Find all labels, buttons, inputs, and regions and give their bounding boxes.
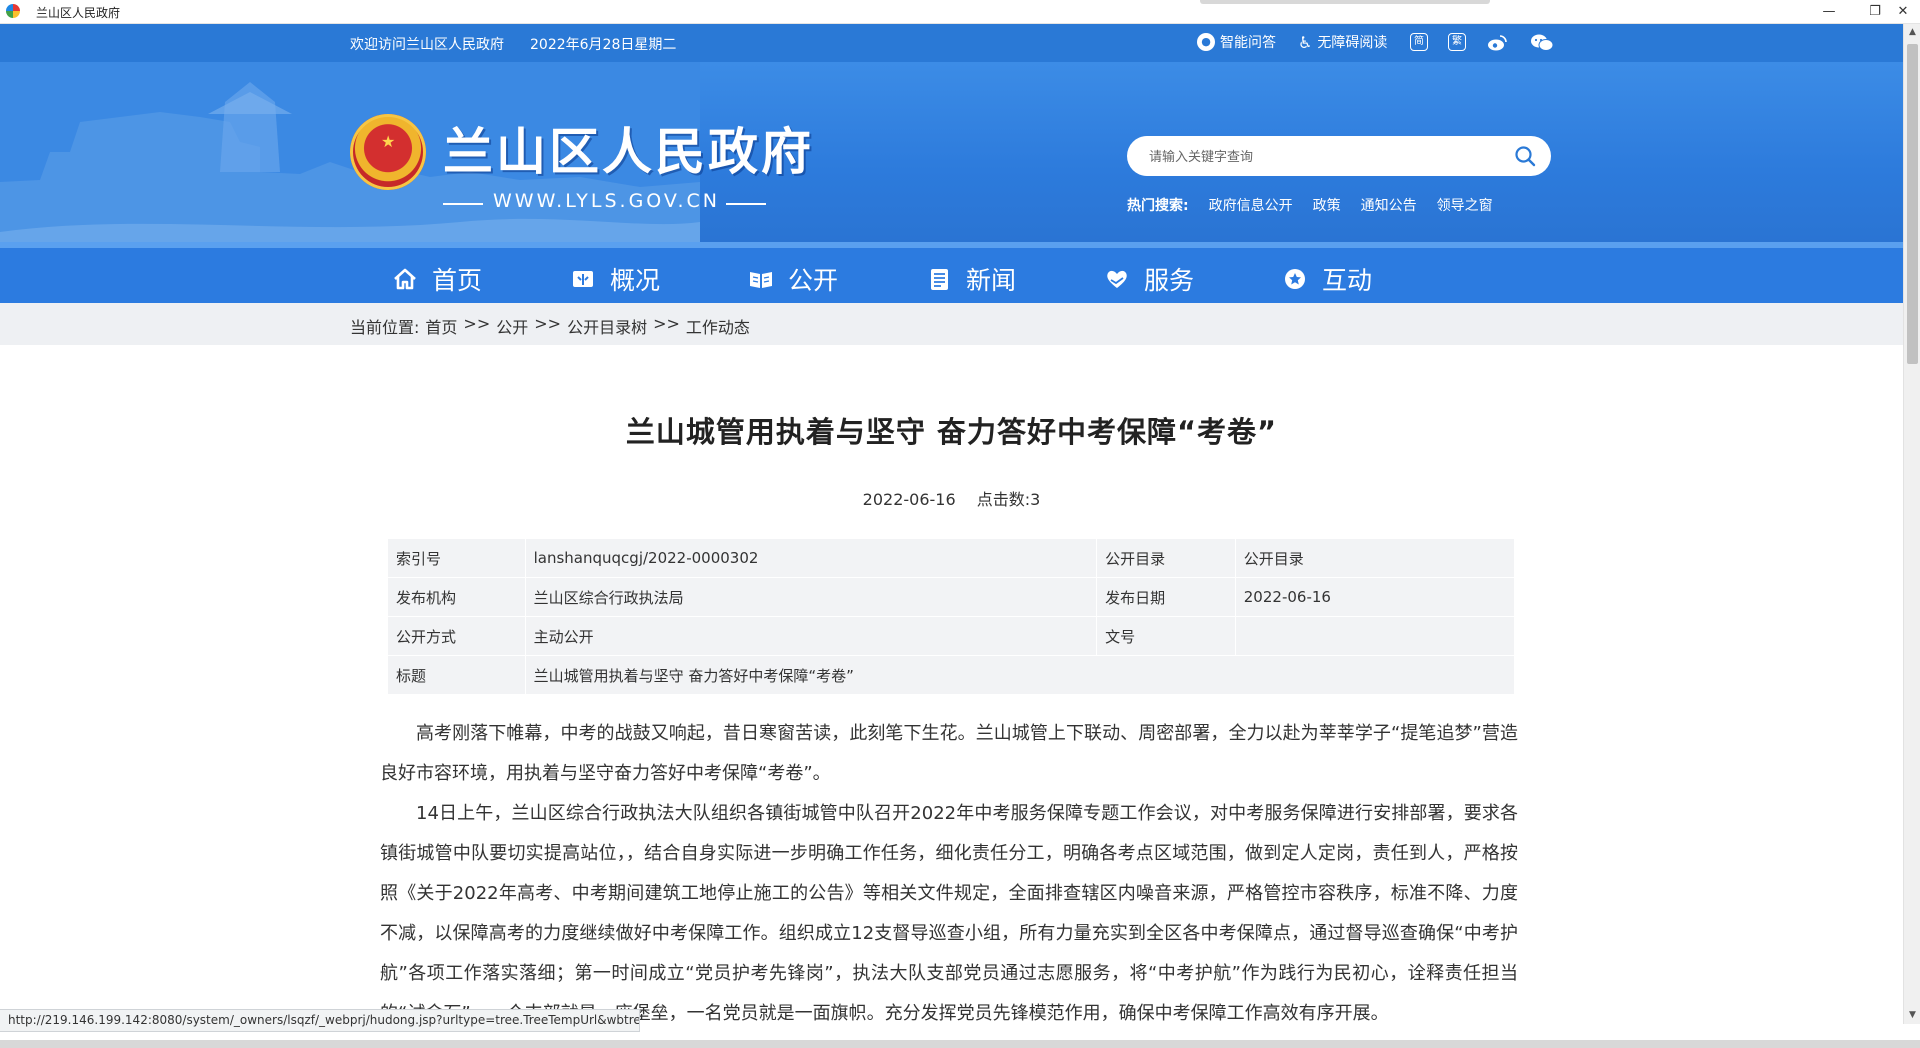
scrollbar-thumb[interactable] xyxy=(1907,44,1918,364)
info-label: 发布日期 xyxy=(1096,577,1236,617)
info-value xyxy=(1234,616,1516,656)
taskbar-strip xyxy=(0,1040,1920,1048)
hot-search-item[interactable]: 政府信息公开 xyxy=(1209,195,1293,215)
current-date: 2022年6月28日星期二 xyxy=(530,37,677,53)
smart-qa-label: 智能问答 xyxy=(1220,35,1276,51)
breadcrumb-separator: >> xyxy=(534,314,562,333)
scroll-up-icon[interactable]: ▲ xyxy=(1904,24,1920,41)
hot-search-item[interactable]: 政策 xyxy=(1313,195,1341,215)
table-row: 索引号 lanshanquqcgj/2022-0000302 公开目录 公开目录 xyxy=(387,538,1516,578)
article-title: 兰山城管用执着与坚守 奋力答好中考保障“考卷” xyxy=(625,415,1278,449)
nav-label: 互动 xyxy=(1322,266,1373,295)
breadcrumb-item-open[interactable]: 公开 xyxy=(496,314,528,338)
newspaper-icon xyxy=(931,269,948,290)
site-name: 兰山区人民政府 xyxy=(443,123,814,181)
window-title: 兰山区人民政府 xyxy=(36,6,121,20)
site-url: WWW.LYLS.GOV.CN xyxy=(493,190,720,212)
accessible-reading-label: 无障碍阅读 xyxy=(1317,35,1388,51)
nav-label: 概况 xyxy=(610,266,661,295)
weibo-icon[interactable] xyxy=(1486,32,1508,54)
nav-item-open[interactable]: 公开 xyxy=(748,259,838,299)
hot-search-item[interactable]: 通知公告 xyxy=(1361,195,1417,215)
scroll-down-icon[interactable]: ▼ xyxy=(1904,1007,1920,1024)
nav-label: 首页 xyxy=(432,266,483,295)
page-viewport: 欢迎访问兰山区人民政府 2022年6月28日星期二 ● 智能问答 ♿ 无障碍阅读… xyxy=(0,24,1903,1024)
accessibility-icon: ♿ xyxy=(1298,32,1313,52)
hot-search: 热门搜索: 政府信息公开 政策 通知公告 领导之窗 xyxy=(1127,195,1493,215)
article-paragraph: 14日上午，兰山区综合行政执法大队组织各镇街城管中队召开2022年中考服务保障专… xyxy=(380,803,1518,1024)
info-label: 发布机构 xyxy=(387,577,526,617)
emblem-star-icon: ★ xyxy=(381,132,396,151)
article-body: 高考刚落下帷幕，中考的战鼓又响起，昔日寒窗苦读，此刻笔下生花。兰山城管上下联动、… xyxy=(380,714,1518,1024)
simplified-chinese-button[interactable]: 简 xyxy=(1410,33,1428,51)
breadcrumb-separator: >> xyxy=(653,314,680,333)
table-row: 发布机构 兰山区综合行政执法局 发布日期 2022-06-16 xyxy=(387,577,1516,617)
breadcrumb-separator: >> xyxy=(463,314,491,333)
url-divider-right xyxy=(726,203,766,205)
info-label: 标题 xyxy=(387,655,526,695)
info-value: lanshanquqcgj/2022-0000302 xyxy=(524,538,1098,578)
info-label: 公开目录 xyxy=(1096,538,1236,578)
breadcrumb-item-tree[interactable]: 公开目录树 xyxy=(567,314,647,338)
table-row: 标题 兰山城管用执着与坚守 奋力答好中考保障“考卷” xyxy=(387,655,1516,695)
nav-item-home[interactable]: 首页 xyxy=(392,259,482,299)
traditional-chinese-button[interactable]: 繁 xyxy=(1448,33,1466,51)
search-icon[interactable] xyxy=(1513,144,1537,168)
clicks-label: 点击数: xyxy=(976,490,1031,509)
main-nav: 首页 概况 公开 新闻 服务 互动 xyxy=(0,242,1903,303)
info-value: 兰山区综合行政执法局 xyxy=(524,577,1098,617)
article-paragraph: 高考刚落下帷幕，中考的战鼓又响起，昔日寒窗苦读，此刻笔下生花。兰山城管上下联动、… xyxy=(380,723,1518,784)
info-value: 公开目录 xyxy=(1234,538,1516,578)
wechat-icon[interactable] xyxy=(1530,32,1554,54)
nav-item-news[interactable]: 新闻 xyxy=(926,259,1016,299)
browser-logo-icon xyxy=(6,4,20,18)
hot-search-label: 热门搜索: xyxy=(1127,198,1189,214)
article-meta: 2022-06-16 点击数:3 xyxy=(0,486,1903,510)
national-emblem-icon xyxy=(350,114,426,190)
nav-item-overview[interactable]: 概况 xyxy=(570,259,660,299)
heart-hand-icon xyxy=(1107,270,1127,288)
info-label: 文号 xyxy=(1096,616,1236,656)
vertical-scrollbar[interactable]: ▲ ▼ xyxy=(1903,24,1920,1024)
search-input[interactable] xyxy=(1147,146,1491,168)
info-value: 2022-06-16 xyxy=(1234,577,1516,617)
nav-item-service[interactable]: 服务 xyxy=(1104,259,1194,299)
nav-label: 公开 xyxy=(788,266,839,295)
header-banner: ★ 兰山区人民政府 WWW.LYLS.GOV.CN 热门搜索: 政府信息公开 政… xyxy=(0,62,1903,242)
status-bar-url: http://219.146.199.142:8080/system/_owne… xyxy=(0,1009,640,1032)
breadcrumb-prefix: 当前位置: xyxy=(350,318,420,337)
article-date: 2022-06-16 xyxy=(862,490,956,509)
breadcrumb-item-home[interactable]: 首页 xyxy=(425,314,457,338)
nav-label: 服务 xyxy=(1144,266,1195,295)
info-label: 公开方式 xyxy=(387,616,526,656)
minimize-icon[interactable]: — xyxy=(1806,0,1852,23)
chat-star-icon xyxy=(1285,269,1305,289)
info-table: 索引号 lanshanquqcgj/2022-0000302 公开目录 公开目录… xyxy=(387,538,1516,695)
robot-icon: ● xyxy=(1197,33,1215,51)
browser-titlebar: 兰山区人民政府 — ❐ ✕ xyxy=(0,0,1920,24)
breadcrumb-item-current[interactable]: 工作动态 xyxy=(686,314,750,338)
tab-strip-indicator xyxy=(1200,0,1490,4)
open-book-icon xyxy=(750,272,772,288)
article-clicks: 点击数:3 xyxy=(977,490,1041,509)
search-box xyxy=(1127,136,1551,176)
book-icon xyxy=(573,271,593,287)
breadcrumb-bar: 当前位置: 首页 >> 公开 >> 公开目录树 >> 工作动态 xyxy=(0,303,1903,345)
breadcrumb: 当前位置: 首页 >> 公开 >> 公开目录树 >> 工作动态 xyxy=(350,314,750,338)
welcome-text: 欢迎访问兰山区人民政府 xyxy=(350,37,504,53)
url-divider-left xyxy=(443,203,483,205)
hot-search-item[interactable]: 领导之窗 xyxy=(1437,195,1493,215)
table-row: 公开方式 主动公开 文号 xyxy=(387,616,1516,656)
clicks-count: 3 xyxy=(1030,490,1041,509)
home-icon xyxy=(394,268,416,290)
top-utility-bar: 欢迎访问兰山区人民政府 2022年6月28日星期二 ● 智能问答 ♿ 无障碍阅读… xyxy=(0,24,1903,62)
info-value: 主动公开 xyxy=(524,616,1098,656)
nav-label: 新闻 xyxy=(966,266,1017,295)
nav-item-interaction[interactable]: 互动 xyxy=(1282,259,1372,299)
info-value: 兰山城管用执着与坚守 奋力答好中考保障“考卷” xyxy=(524,655,1516,695)
info-label: 索引号 xyxy=(387,538,526,578)
accessible-reading-link[interactable]: ♿ 无障碍阅读 xyxy=(1298,32,1387,52)
smart-qa-link[interactable]: ● 智能问答 xyxy=(1197,32,1276,52)
close-icon[interactable]: ✕ xyxy=(1880,0,1920,23)
